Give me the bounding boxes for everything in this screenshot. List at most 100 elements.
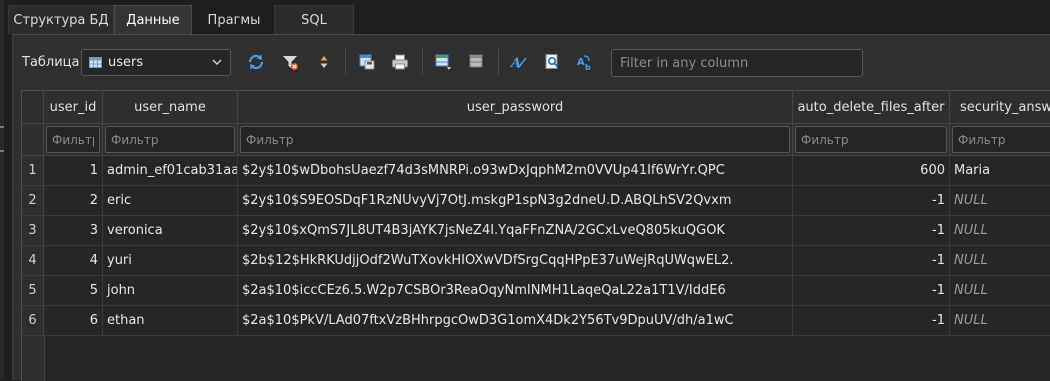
row-number[interactable]: 4 [22, 246, 44, 276]
insert-record-button[interactable] [431, 50, 455, 74]
table-row[interactable]: 4 4 yuri $2b$12$HkRKUdjjOdf2WuTXovkHIOXw… [22, 246, 1050, 276]
find-icon [545, 54, 559, 69]
cell-auto-delete[interactable]: -1 [793, 246, 950, 276]
cell-security-answer[interactable]: NULL [950, 186, 1050, 216]
refresh-button[interactable] [244, 50, 268, 74]
row-number[interactable]: 6 [22, 306, 44, 336]
find-replace-icon: A b [577, 55, 591, 71]
refresh-icon [248, 54, 264, 70]
header-row: user_id user_name user_password auto_del… [22, 91, 1050, 124]
cell-security-answer[interactable]: Maria [950, 156, 1050, 186]
filter-cell-user-id [44, 124, 103, 156]
data-browser-panel: Таблица: users A A b Filter in any colum… [12, 34, 1050, 381]
tab-data[interactable]: Данные [114, 5, 192, 36]
row-number-column-fill [22, 336, 45, 381]
cell-user-name[interactable]: admin_ef01cab31aa [103, 156, 238, 186]
filter-input-user-name[interactable] [105, 126, 235, 153]
cell-auto-delete[interactable]: 600 [793, 156, 950, 186]
cell-user-name[interactable]: ethan [103, 306, 238, 336]
text-format-button[interactable]: A [506, 50, 530, 74]
find-button[interactable] [540, 50, 564, 74]
insert-record-icon [435, 54, 451, 70]
cell-user-name[interactable]: veronica [103, 216, 238, 246]
table-row[interactable]: 3 3 veronica $2y$10$xQmS7JL8UT4B3jAYK7js… [22, 216, 1050, 246]
cell-user-password[interactable]: $2y$10$wDbohsUaezf74d3sMNRPi.o93wDxJqphM… [238, 156, 793, 186]
delete-record-icon [469, 54, 483, 68]
filter-cell-user-name [103, 124, 238, 156]
save-table-button[interactable] [355, 50, 379, 74]
left-edge-strip [0, 0, 4, 379]
edge-marker [0, 150, 4, 152]
table-row[interactable]: 2 2 eric $2y$10$S9EOSDqF1RzNUvyVj7OtJ.ms… [22, 186, 1050, 216]
sort-icon [320, 56, 328, 68]
cell-user-id[interactable]: 1 [44, 156, 103, 186]
cell-user-password[interactable]: $2y$10$xQmS7JL8UT4B3jAYK7jsNeZ4I.YqaFFnZ… [238, 216, 793, 246]
filter-cell-security-answer [950, 124, 1050, 156]
delete-record-button[interactable] [465, 50, 489, 74]
cell-auto-delete[interactable]: -1 [793, 186, 950, 216]
tab-pragmas[interactable]: Прагмы [194, 5, 274, 34]
filter-cell-auto-delete [793, 124, 950, 156]
save-table-icon [359, 54, 375, 70]
row-number[interactable]: 3 [22, 216, 44, 246]
table-row[interactable]: 5 5 john $2a$10$iccCEz6.5.W2p7CSBOr3ReaO… [22, 276, 1050, 306]
column-header-user-name[interactable]: user_name [103, 91, 238, 124]
cell-auto-delete[interactable]: -1 [793, 276, 950, 306]
column-header-user-password[interactable]: user_password [238, 91, 793, 124]
filter-any-column-input[interactable] [611, 49, 863, 77]
cell-security-answer[interactable]: NULL [950, 216, 1050, 246]
filter-row [22, 124, 1050, 156]
filter-input-user-password[interactable] [240, 126, 790, 153]
cell-security-answer[interactable]: NULL [950, 276, 1050, 306]
toolbar-separator [498, 49, 499, 75]
cell-user-name[interactable]: john [103, 276, 238, 306]
table-icon [89, 57, 102, 68]
cell-user-id[interactable]: 3 [44, 216, 103, 246]
print-icon [392, 54, 408, 70]
cell-user-id[interactable]: 5 [44, 276, 103, 306]
cell-user-id[interactable]: 6 [44, 306, 103, 336]
cell-user-password[interactable]: $2b$12$HkRKUdjjOdf2WuTXovkHIOXwVDfSrgCqq… [238, 246, 793, 276]
table-select-value: users [108, 55, 144, 70]
svg-text:A: A [577, 57, 585, 68]
cell-security-answer[interactable]: NULL [950, 246, 1050, 276]
table-row[interactable]: 6 6 ethan $2a$10$PkV/LAd07ftxVzBHhrpgcOw… [22, 306, 1050, 336]
cell-auto-delete[interactable]: -1 [793, 216, 950, 246]
row-number[interactable]: 1 [22, 156, 44, 186]
print-button[interactable] [388, 50, 412, 74]
filter-input-security-answer[interactable] [952, 126, 1050, 153]
chevron-down-icon [212, 59, 222, 65]
filter-input-user-id[interactable] [46, 126, 100, 153]
table-select[interactable]: users [81, 49, 231, 76]
filter-cell-user-password [238, 124, 793, 156]
cell-user-id[interactable]: 4 [44, 246, 103, 276]
table-label: Таблица: [22, 55, 84, 70]
cell-user-name[interactable]: eric [103, 186, 238, 216]
tab-sql[interactable]: SQL [274, 5, 354, 34]
toolbar-separator [345, 49, 346, 75]
filter-input-auto-delete[interactable] [795, 126, 947, 153]
data-grid: user_id user_name user_password auto_del… [21, 90, 1050, 381]
column-header-security-answer[interactable]: security_answer [950, 91, 1050, 124]
clear-filters-button[interactable] [278, 50, 302, 74]
cell-user-name[interactable]: yuri [103, 246, 238, 276]
row-number[interactable]: 5 [22, 276, 44, 306]
tab-db-structure[interactable]: Структура БД [8, 5, 114, 34]
column-header-user-id[interactable]: user_id [44, 91, 103, 124]
toolbar-separator [422, 49, 423, 75]
text-format-icon: A [509, 56, 527, 71]
cell-auto-delete[interactable]: -1 [793, 306, 950, 336]
row-number[interactable]: 2 [22, 186, 44, 216]
cell-user-id[interactable]: 2 [44, 186, 103, 216]
find-replace-button[interactable]: A b [573, 50, 597, 74]
row-number-filter-cell [22, 124, 44, 156]
table-row[interactable]: 1 1 admin_ef01cab31aa $2y$10$wDbohsUaezf… [22, 156, 1050, 186]
column-header-auto-delete-files-after[interactable]: auto_delete_files_after [793, 91, 950, 124]
cell-security-answer[interactable]: NULL [950, 306, 1050, 336]
cell-user-password[interactable]: $2a$10$iccCEz6.5.W2p7CSBOr3ReaOqyNmINMH1… [238, 276, 793, 306]
cell-user-password[interactable]: $2y$10$S9EOSDqF1RzNUvyVj7OtJ.mskgP1spN3g… [238, 186, 793, 216]
svg-text:b: b [585, 63, 591, 71]
sort-button[interactable] [312, 50, 336, 74]
cell-user-password[interactable]: $2a$10$PkV/LAd07ftxVzBHhrpgcOwD3G1omX4Dk… [238, 306, 793, 336]
row-number-header [22, 91, 44, 124]
